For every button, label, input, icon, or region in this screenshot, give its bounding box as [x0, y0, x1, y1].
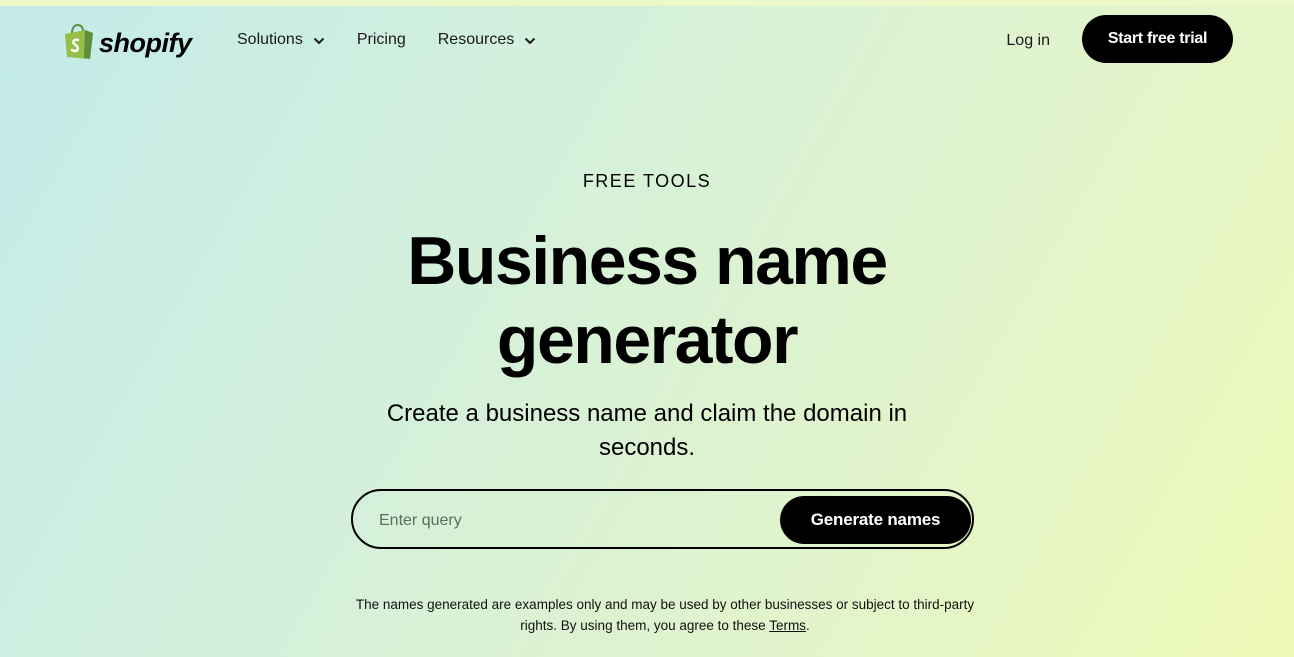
disclaimer-suffix: . [805, 618, 810, 633]
nav-item-label: Resources [437, 31, 515, 48]
hero-subtitle: Create a business name and claim the dom… [386, 400, 908, 461]
disclaimer-text: The names generated are examples only an… [347, 594, 983, 636]
nav-item-label: Pricing [356, 31, 406, 48]
nav-item-solutions[interactable]: Solutions [237, 31, 325, 49]
page-title: Business name generator [0, 222, 1294, 380]
terms-link[interactable]: Terms [769, 618, 806, 633]
nav-item-resources[interactable]: Resources [438, 31, 536, 49]
login-link[interactable]: Log in [1006, 32, 1050, 50]
main-nav: Solutions Pricing Resources [237, 31, 568, 49]
eyebrow-label: FREE TOOLS [582, 171, 712, 191]
generate-names-button[interactable]: Generate names [780, 496, 971, 544]
nav-item-pricing[interactable]: Pricing [357, 31, 406, 49]
shopify-logo[interactable]: shopify [63, 24, 192, 60]
nav-item-label: Solutions [237, 31, 303, 48]
page-title-line-2: generator [496, 302, 799, 378]
page-title-line-1: Business name [407, 223, 888, 299]
disclaimer-body: The names generated are examples only an… [355, 597, 975, 633]
site-header: shopify Solutions Pricing Resources Log … [0, 0, 1294, 80]
query-input[interactable] [377, 505, 771, 537]
chevron-down-icon [313, 37, 325, 45]
start-free-trial-button[interactable]: Start free trial [1082, 15, 1233, 63]
shopify-bag-icon [65, 24, 93, 59]
logo-wordmark: shopify [99, 27, 192, 58]
chevron-down-icon [525, 37, 536, 45]
query-form: Generate names [351, 489, 974, 549]
